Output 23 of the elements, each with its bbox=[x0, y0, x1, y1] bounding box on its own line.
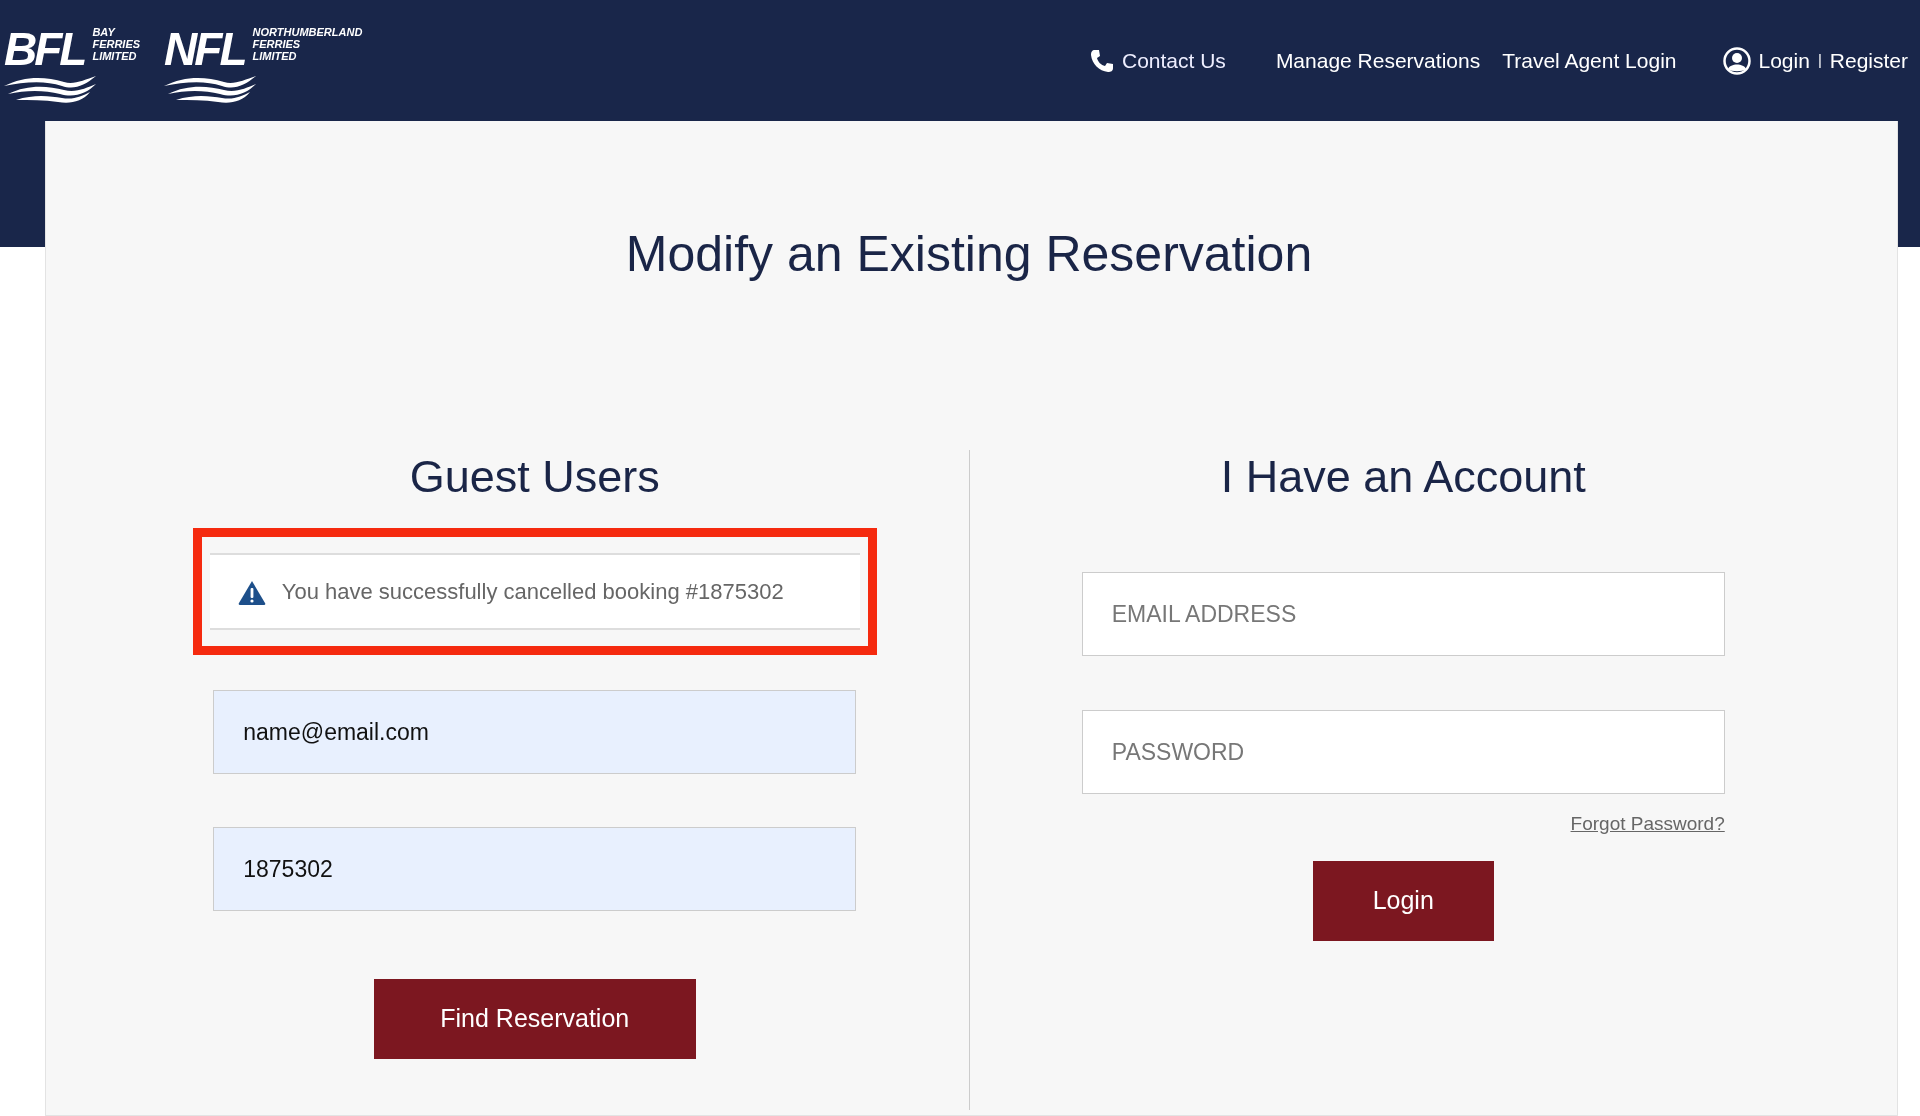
section-heading: Guest Users bbox=[409, 450, 660, 504]
input-field[interactable]: 1875302 bbox=[213, 827, 857, 911]
logo-letters: BFL bbox=[4, 25, 85, 72]
nav-link[interactable]: Contact Us bbox=[1090, 44, 1226, 77]
nav-link[interactable]: Manage Reservations bbox=[1275, 44, 1481, 77]
page-title: Modify an Existing Reservation bbox=[624, 225, 1314, 284]
logo-letters: NFL bbox=[164, 25, 245, 72]
section-heading: I Have an Account bbox=[1220, 450, 1586, 504]
register-link[interactable]: Register bbox=[1829, 44, 1908, 77]
user-icon bbox=[1722, 46, 1751, 75]
phone-icon bbox=[1090, 48, 1114, 73]
nav-link[interactable]: Travel Agent Login bbox=[1502, 44, 1677, 77]
find-reservation-button[interactable]: Find Reservation bbox=[373, 979, 696, 1059]
notice-text: You have successfully cancelled booking #1875302 bbox=[281, 578, 784, 606]
login-button[interactable]: Login bbox=[1312, 860, 1494, 941]
login-link[interactable]: Login bbox=[1758, 44, 1810, 77]
logo-caption: BAY FERRIES LIMITED bbox=[92, 25, 141, 62]
logo-caption: NORTHUMBERLAND FERRIES LIMITED bbox=[252, 25, 363, 62]
input-field[interactable]: PASSWORD bbox=[1081, 710, 1725, 794]
input-field[interactable]: EMAIL ADDRESS bbox=[1081, 572, 1725, 656]
separator: | bbox=[1817, 50, 1822, 71]
input-field[interactable]: name@email.com bbox=[213, 690, 857, 774]
forgot-password-link[interactable]: Forgot Password? bbox=[1570, 810, 1725, 839]
